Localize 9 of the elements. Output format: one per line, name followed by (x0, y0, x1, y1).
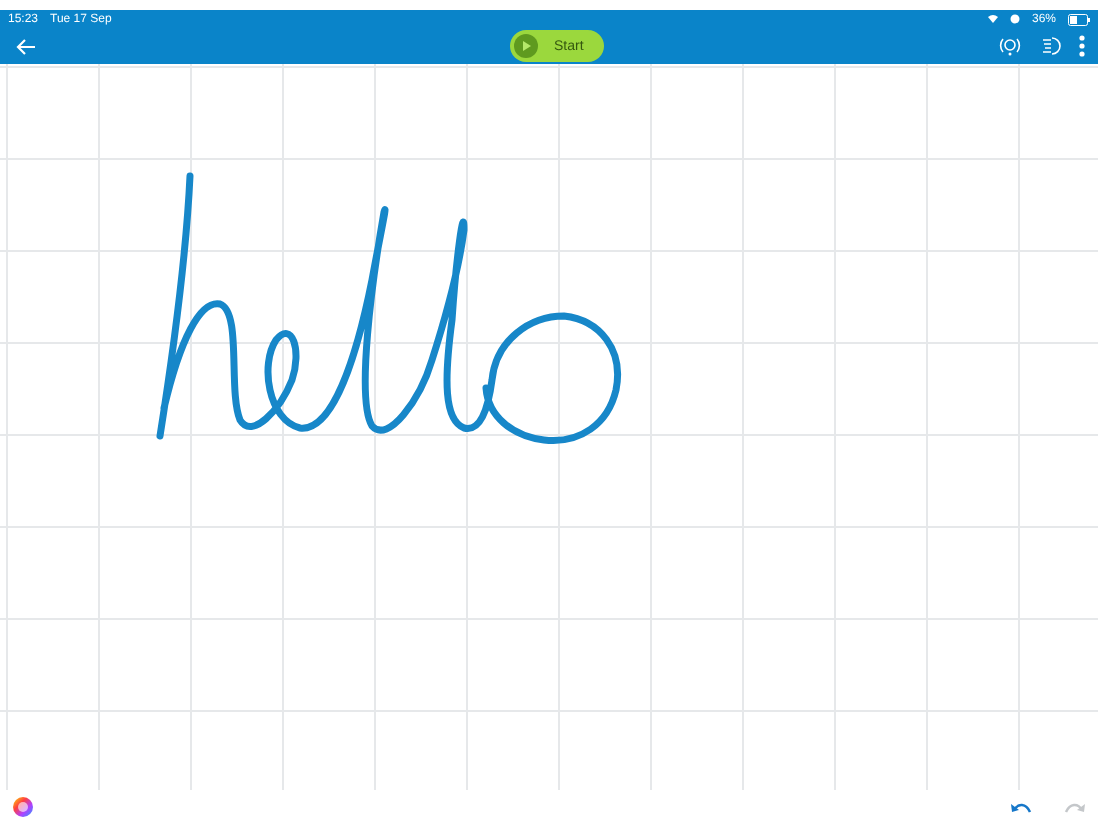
wifi-icon (987, 14, 998, 24)
play-icon (514, 34, 538, 58)
more-menu-icon[interactable] (1078, 34, 1086, 58)
color-wheel-icon[interactable] (12, 796, 34, 818)
undo-button[interactable] (1010, 799, 1032, 815)
battery-icon (1068, 13, 1090, 25)
back-button[interactable] (16, 37, 36, 55)
stack-icon[interactable] (1038, 34, 1062, 58)
signal-icon[interactable] (998, 34, 1022, 58)
